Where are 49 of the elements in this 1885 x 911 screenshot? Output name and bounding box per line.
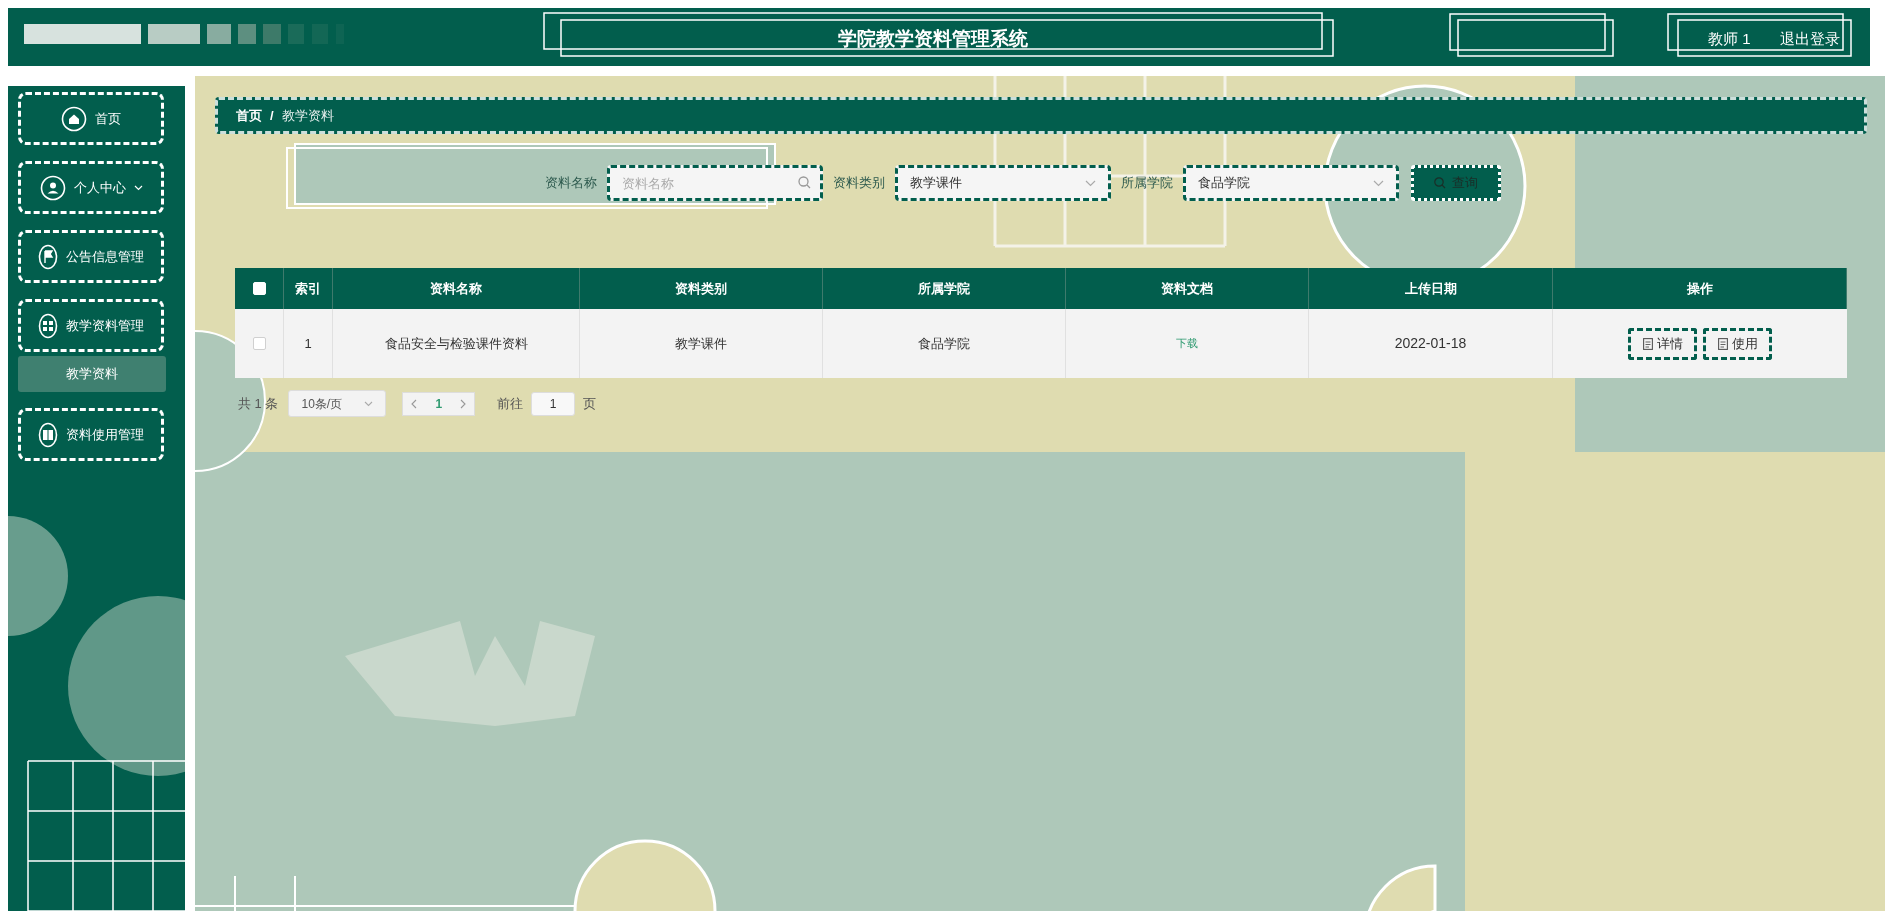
- book-icon: [38, 421, 58, 448]
- chevron-left-icon: [411, 398, 418, 409]
- row-checkbox[interactable]: [252, 337, 266, 350]
- prev-page-button[interactable]: [411, 398, 418, 409]
- next-page-button[interactable]: [460, 398, 467, 409]
- caret-icon: [133, 184, 143, 191]
- table-cell: 食品安全与检验课件资料: [333, 309, 580, 378]
- menu-item[interactable]: 资料使用管理: [18, 408, 164, 461]
- document-icon: [1717, 337, 1728, 350]
- menu-item[interactable]: 公告信息管理: [18, 230, 164, 283]
- page-suffix: 页: [583, 394, 597, 413]
- caret-icon: [1085, 179, 1096, 187]
- breadcrumb-item[interactable]: 首页: [236, 105, 262, 126]
- menu-item[interactable]: 个人中心: [18, 161, 164, 214]
- select-all-checkbox[interactable]: [252, 282, 266, 295]
- action-button[interactable]: 使用: [1703, 327, 1772, 360]
- total-count: 共 1 条: [238, 394, 279, 413]
- search-icon: [798, 176, 811, 189]
- breadcrumb-item: 教学资料: [281, 106, 334, 125]
- caret-icon: [364, 400, 374, 407]
- filter-label: 所属学院: [1121, 174, 1173, 193]
- page-input[interactable]: 1: [531, 391, 576, 416]
- flag-icon: [38, 243, 58, 270]
- menu-item[interactable]: 教学资料管理: [18, 299, 164, 352]
- app-title: 学院教学资料管理系统: [838, 27, 1028, 51]
- home-icon: [61, 105, 87, 132]
- filter-label: 资料类别: [833, 174, 885, 193]
- grid-icon: [38, 312, 58, 339]
- document-icon: [1642, 337, 1653, 350]
- menu-item[interactable]: 首页: [18, 92, 164, 145]
- logout-link[interactable]: 退出登录: [1780, 28, 1840, 51]
- user-icon: [39, 174, 66, 201]
- table-cell: 1: [284, 309, 333, 378]
- table-cell: 教学课件: [580, 309, 823, 378]
- filter-label: 资料名称: [545, 174, 597, 193]
- caret-icon: [1373, 179, 1384, 187]
- submenu-item[interactable]: 教学资料: [18, 356, 166, 392]
- search-icon: [1434, 177, 1446, 189]
- breadcrumb-separator: /: [270, 106, 274, 125]
- user-name: 教师 1: [1708, 29, 1751, 49]
- dropdown[interactable]: 食品学院: [1183, 165, 1399, 201]
- action-button[interactable]: 详情: [1628, 327, 1697, 360]
- table-cell: 2022-01-18: [1309, 309, 1553, 378]
- goto-label: 前往: [497, 394, 524, 413]
- dropdown[interactable]: 教学课件: [895, 165, 1111, 201]
- page-size-dropdown[interactable]: 10条/页: [288, 390, 387, 417]
- table-cell: 食品学院: [823, 309, 1066, 378]
- chevron-right-icon: [460, 398, 467, 409]
- search-field[interactable]: 资料名称: [607, 165, 823, 201]
